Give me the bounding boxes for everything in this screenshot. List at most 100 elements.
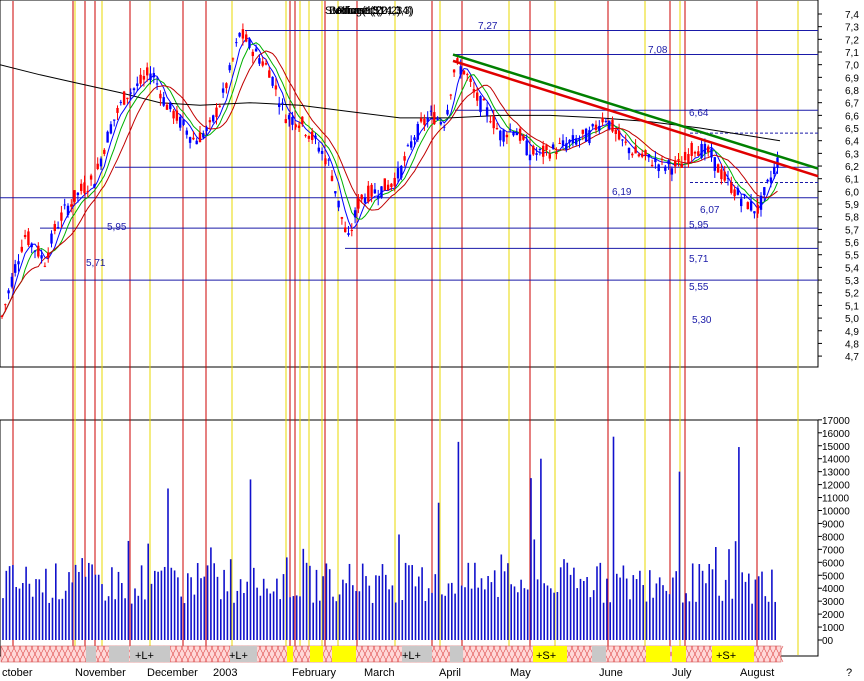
volume-bar — [355, 591, 357, 640]
volume-bar — [91, 564, 93, 640]
candle-body — [400, 165, 403, 178]
candle-body — [109, 124, 113, 134]
volume-bar — [104, 600, 107, 640]
candle-body — [703, 143, 707, 154]
candle-body — [545, 145, 548, 151]
candle-body — [746, 202, 749, 210]
price-tick-label: 6,1 — [845, 175, 859, 186]
band-label: +L+ — [229, 650, 248, 662]
volume-bar — [101, 584, 103, 640]
candle-body — [7, 290, 10, 294]
candle-body — [763, 187, 766, 196]
level-label: 5,71 — [86, 258, 106, 269]
price-tick-label: 4,8 — [845, 339, 859, 350]
candle-body — [119, 101, 122, 103]
candle-body — [169, 102, 172, 110]
candle-body — [0, 315, 4, 317]
volume-bar — [31, 596, 34, 640]
candle-body — [476, 92, 479, 101]
candle-body — [773, 167, 776, 174]
volume-bar — [774, 601, 776, 640]
volume-bar — [381, 564, 384, 640]
candle-body — [393, 177, 396, 187]
volume-bar — [295, 595, 298, 640]
candle-body — [614, 129, 617, 134]
volume-bar — [338, 594, 341, 640]
candle-body — [575, 138, 578, 145]
candle-body — [740, 198, 743, 207]
candle-body — [733, 189, 736, 197]
price-tick-label: 5,8 — [845, 213, 859, 224]
volume-bar — [480, 578, 483, 640]
volume-bar — [451, 582, 453, 640]
volume-bar — [675, 571, 677, 640]
candle-body — [86, 190, 89, 193]
volume-bar — [342, 579, 344, 640]
candle-body — [710, 148, 713, 158]
candle-body — [726, 177, 730, 179]
volume-bar — [437, 502, 440, 640]
band-grey-block — [450, 646, 463, 662]
volume-bar — [724, 579, 727, 640]
candle-body — [245, 34, 248, 42]
volume-bar — [619, 577, 621, 640]
volume-bar — [589, 597, 592, 640]
candle-body — [258, 58, 261, 64]
volume-bar — [38, 579, 41, 640]
volume-tick-label: 12000 — [822, 481, 850, 492]
volume-bar — [361, 563, 364, 640]
level-label: 6,64 — [689, 108, 709, 119]
candle-body — [700, 143, 703, 158]
volume-bar — [734, 541, 737, 640]
volume-bar — [550, 588, 552, 640]
month-label: February — [292, 667, 337, 679]
candle-body — [525, 140, 528, 156]
candle-body — [690, 142, 693, 156]
volume-bar — [25, 566, 27, 640]
volume-bar — [246, 581, 248, 640]
volume-bar — [289, 597, 291, 640]
volume-bar — [388, 589, 390, 640]
candle-body — [377, 195, 380, 199]
band-yellow-block — [310, 646, 323, 662]
volume-bar — [771, 569, 773, 640]
volume-bar — [305, 562, 308, 640]
volume-tick-label: 8000 — [822, 532, 845, 543]
candle-body — [697, 151, 700, 156]
candle-body — [132, 88, 136, 91]
candle-body — [373, 189, 377, 194]
price-tick-label: 5,7 — [845, 225, 859, 236]
volume-bar — [213, 563, 215, 640]
candle-body — [637, 154, 641, 157]
volume-bar — [183, 603, 186, 640]
candle-body — [63, 204, 66, 206]
volume-bar — [490, 582, 493, 640]
candle-body — [330, 175, 334, 181]
level-label: 7,08 — [648, 45, 668, 56]
volume-bar — [51, 597, 54, 640]
volume-bar — [394, 602, 397, 640]
candle-body — [241, 29, 245, 39]
volume-bar — [196, 563, 199, 640]
volume-bar — [728, 549, 730, 640]
price-axis: 7,4 7,37,2 7,1 7,06,9 6,8 6,76,6 6,5 6,46,3 6,2 6… — [818, 10, 859, 363]
candle-body — [43, 265, 47, 267]
volume-bar — [517, 592, 519, 640]
price-tick-label: 5,0 — [845, 314, 859, 325]
month-label: March — [364, 667, 395, 679]
volume-bar — [421, 567, 423, 640]
candle-body — [20, 246, 23, 252]
volume-bar — [200, 578, 202, 640]
candle-body — [449, 94, 452, 96]
volume-bar — [58, 599, 60, 640]
candle-body — [433, 112, 436, 125]
volume-tick-label: 17000 — [822, 416, 850, 427]
candle-body — [96, 163, 99, 170]
volume-bar — [540, 458, 542, 640]
candle-body — [165, 104, 169, 110]
volume-bar — [573, 567, 575, 640]
candle-body — [337, 200, 340, 208]
candle-body — [627, 147, 631, 154]
volume-bar — [239, 579, 242, 640]
candle-body — [499, 130, 502, 141]
